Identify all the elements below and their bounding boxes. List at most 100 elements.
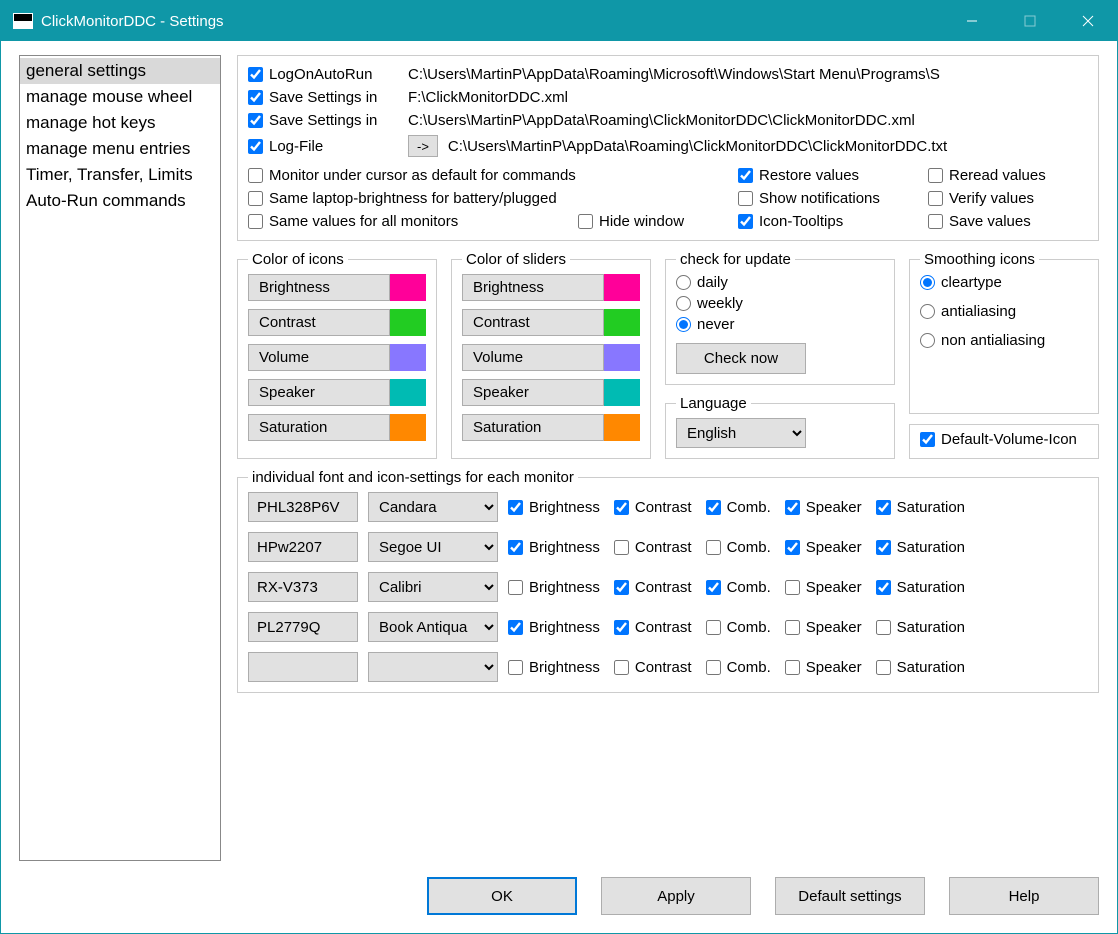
sidebar-item[interactable]: general settings <box>20 58 220 84</box>
color-label-button[interactable]: Saturation <box>248 414 390 441</box>
color-label-button[interactable]: Saturation <box>462 414 604 441</box>
monitor-name-field[interactable] <box>248 492 358 522</box>
close-button[interactable] <box>1059 1 1117 41</box>
update-radio[interactable]: weekly <box>676 295 884 312</box>
color-label-button[interactable]: Contrast <box>248 309 390 336</box>
option-checkbox[interactable]: Monitor under cursor as default for comm… <box>248 167 738 184</box>
smoothing-radio[interactable]: antialiasing <box>920 303 1088 320</box>
sidebar-item[interactable]: manage hot keys <box>20 110 220 136</box>
sidebar-item[interactable]: manage mouse wheel <box>20 84 220 110</box>
path-text: C:\Users\MartinP\AppData\Roaming\ClickMo… <box>448 138 1088 155</box>
language-title: Language <box>676 395 751 412</box>
monitor-col-checkbox[interactable]: Brightness <box>508 579 600 596</box>
monitor-col-checkbox[interactable]: Saturation <box>876 539 965 556</box>
color-label-button[interactable]: Speaker <box>248 379 390 406</box>
monitor-col-checkbox[interactable]: Brightness <box>508 659 600 676</box>
sidebar-item[interactable]: Auto-Run commands <box>20 188 220 214</box>
monitor-col-checkbox[interactable]: Comb. <box>706 659 771 676</box>
monitor-col-checkbox[interactable]: Contrast <box>614 539 692 556</box>
smoothing-radio[interactable]: cleartype <box>920 274 1088 291</box>
toprow-checkbox[interactable]: LogOnAutoRun <box>248 66 398 83</box>
monitor-col-checkbox[interactable]: Speaker <box>785 539 862 556</box>
monitor-name-field[interactable] <box>248 572 358 602</box>
path-text: C:\Users\MartinP\AppData\Roaming\Microso… <box>408 66 1088 83</box>
default-settings-button[interactable]: Default settings <box>775 877 925 915</box>
color-swatch[interactable] <box>604 274 640 301</box>
monitor-col-checkbox[interactable]: Brightness <box>508 619 600 636</box>
monitor-col-checkbox[interactable]: Speaker <box>785 499 862 516</box>
log-file-open-button[interactable]: -> <box>408 135 438 157</box>
option-checkbox[interactable]: Same laptop-brightness for battery/plugg… <box>248 190 738 207</box>
monitor-col-checkbox[interactable]: Contrast <box>614 579 692 596</box>
monitor-font-select[interactable]: Candara <box>368 492 498 522</box>
color-label-button[interactable]: Speaker <box>462 379 604 406</box>
apply-button[interactable]: Apply <box>601 877 751 915</box>
check-now-button[interactable]: Check now <box>676 343 806 374</box>
monitor-font-select[interactable]: Book Antiqua <box>368 612 498 642</box>
option-checkbox[interactable]: Restore values <box>738 167 928 184</box>
color-label-button[interactable]: Contrast <box>462 309 604 336</box>
color-label-button[interactable]: Volume <box>248 344 390 371</box>
color-label-button[interactable]: Brightness <box>462 274 604 301</box>
color-swatch[interactable] <box>390 414 426 441</box>
toprow-checkbox[interactable]: Save Settings in <box>248 89 398 106</box>
option-checkbox[interactable]: Same values for all monitors <box>248 213 578 230</box>
color-swatch[interactable] <box>390 274 426 301</box>
color-swatch[interactable] <box>604 309 640 336</box>
option-checkbox[interactable]: Icon-Tooltips <box>738 213 928 230</box>
color-of-icons-title: Color of icons <box>248 251 348 268</box>
monitor-col-checkbox[interactable]: Saturation <box>876 499 965 516</box>
monitor-col-checkbox[interactable]: Saturation <box>876 579 965 596</box>
monitor-name-field[interactable] <box>248 612 358 642</box>
monitor-col-checkbox[interactable]: Comb. <box>706 539 771 556</box>
color-label-button[interactable]: Brightness <box>248 274 390 301</box>
monitor-col-checkbox[interactable]: Speaker <box>785 659 862 676</box>
monitor-col-checkbox[interactable]: Comb. <box>706 499 771 516</box>
option-checkbox[interactable]: Show notifications <box>738 190 928 207</box>
help-button[interactable]: Help <box>949 877 1099 915</box>
language-group: Language English <box>665 395 895 459</box>
color-swatch[interactable] <box>604 379 640 406</box>
color-swatch[interactable] <box>390 309 426 336</box>
ok-button[interactable]: OK <box>427 877 577 915</box>
color-of-sliders-group: Color of sliders BrightnessContrastVolum… <box>451 251 651 459</box>
maximize-button[interactable] <box>1001 1 1059 41</box>
option-checkbox[interactable]: Hide window <box>578 213 738 230</box>
color-swatch[interactable] <box>390 344 426 371</box>
color-swatch[interactable] <box>604 344 640 371</box>
monitor-font-select[interactable] <box>368 652 498 682</box>
monitor-col-checkbox[interactable]: Speaker <box>785 579 862 596</box>
monitor-col-checkbox[interactable]: Contrast <box>614 619 692 636</box>
color-swatch[interactable] <box>604 414 640 441</box>
monitor-col-checkbox[interactable]: Contrast <box>614 659 692 676</box>
color-swatch[interactable] <box>390 379 426 406</box>
monitor-col-checkbox[interactable]: Brightness <box>508 539 600 556</box>
monitor-col-checkbox[interactable]: Comb. <box>706 579 771 596</box>
monitor-col-checkbox[interactable]: Saturation <box>876 659 965 676</box>
smoothing-radio[interactable]: non antialiasing <box>920 332 1088 349</box>
toprow-checkbox[interactable]: Save Settings in <box>248 112 398 129</box>
monitor-col-checkbox[interactable]: Brightness <box>508 499 600 516</box>
default-volume-icon-group: Default-Volume-Icon <box>909 424 1099 459</box>
option-checkbox[interactable]: Reread values <box>928 167 1088 184</box>
monitor-name-field[interactable] <box>248 532 358 562</box>
language-select[interactable]: English <box>676 418 806 448</box>
monitor-col-checkbox[interactable]: Speaker <box>785 619 862 636</box>
toprow-checkbox[interactable]: Log-File <box>248 138 398 155</box>
option-checkbox[interactable]: Verify values <box>928 190 1088 207</box>
update-radio[interactable]: daily <box>676 274 884 291</box>
monitor-font-select[interactable]: Segoe UI <box>368 532 498 562</box>
monitor-col-checkbox[interactable]: Contrast <box>614 499 692 516</box>
option-checkbox[interactable]: Save values <box>928 213 1088 230</box>
monitor-col-checkbox[interactable]: Comb. <box>706 619 771 636</box>
update-radio[interactable]: never <box>676 316 884 333</box>
minimize-button[interactable] <box>943 1 1001 41</box>
monitor-font-select[interactable]: Calibri <box>368 572 498 602</box>
color-label-button[interactable]: Volume <box>462 344 604 371</box>
monitor-col-checkbox[interactable]: Saturation <box>876 619 965 636</box>
monitor-name-field[interactable] <box>248 652 358 682</box>
sidebar-item[interactable]: manage menu entries <box>20 136 220 162</box>
default-volume-icon-checkbox[interactable]: Default-Volume-Icon <box>920 431 1088 448</box>
check-for-update-title: check for update <box>676 251 795 268</box>
sidebar-item[interactable]: Timer, Transfer, Limits <box>20 162 220 188</box>
